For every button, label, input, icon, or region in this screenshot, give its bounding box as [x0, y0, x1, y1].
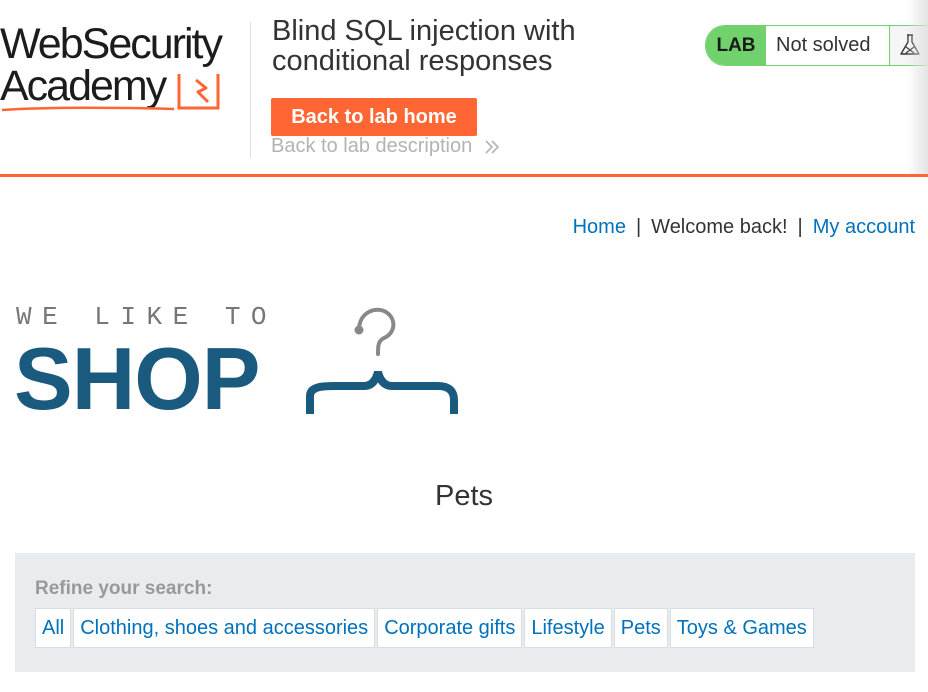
- filter-panel: Refine your search: All Clothing, shoes a…: [15, 553, 915, 672]
- filter-corporate-gifts[interactable]: Corporate gifts: [377, 608, 523, 648]
- filter-toys-games[interactable]: Toys & Games: [669, 608, 814, 648]
- home-link[interactable]: Home: [573, 216, 626, 238]
- filter-pets[interactable]: Pets: [613, 608, 668, 648]
- category-title: Pets: [434, 480, 494, 512]
- filter-lifestyle[interactable]: Lifestyle: [524, 608, 612, 648]
- scroll-shadow: [906, 0, 928, 174]
- web-security-academy-logo[interactable]: WebSecurity Academy: [0, 22, 250, 114]
- filter-clothing-shoes-accessories[interactable]: Clothing, shoes and accessories: [73, 608, 376, 648]
- lab-title: Blind SQL injection with conditional res…: [272, 15, 576, 77]
- my-account-link[interactable]: My account: [813, 216, 915, 238]
- shop-logo: WE LIKE TO SHOP: [14, 300, 464, 425]
- filter-list: All Clothing, shoes and accessories Corpor…: [35, 608, 816, 648]
- header-divider: [250, 22, 251, 158]
- filter-all[interactable]: All: [35, 608, 72, 648]
- hanger-icon: [306, 307, 458, 414]
- page: WebSecurity Academy Blind SQL injection …: [0, 0, 928, 692]
- lab-header: WebSecurity Academy Blind SQL injection …: [0, 0, 928, 177]
- back-to-lab-description-label: Back to lab description: [271, 135, 473, 157]
- welcome-text: Welcome back!: [651, 216, 788, 238]
- account-nav: Home | Welcome back! | My account: [573, 214, 915, 240]
- shop-brand: SHOP: [14, 329, 260, 428]
- nav-separator: |: [797, 216, 803, 238]
- logo-underline-icon: [1, 106, 175, 112]
- logo-line-1: WebSecurity: [0, 20, 223, 68]
- back-to-lab-home-button[interactable]: Back to lab home: [271, 98, 477, 136]
- refine-search-label: Refine your search:: [35, 578, 213, 599]
- academy-mark-icon: [177, 74, 220, 110]
- lab-status-text: Not solved: [776, 34, 871, 56]
- lab-status-widget: LAB Not solved: [705, 25, 928, 66]
- logo-line-2: Academy: [0, 62, 167, 110]
- lab-badge: LAB: [706, 26, 766, 65]
- nav-separator: |: [635, 216, 642, 238]
- back-to-lab-description-link[interactable]: Back to lab description: [271, 135, 500, 158]
- shop-tagline: WE LIKE TO: [16, 302, 278, 332]
- double-chevron-right-icon: [485, 140, 499, 154]
